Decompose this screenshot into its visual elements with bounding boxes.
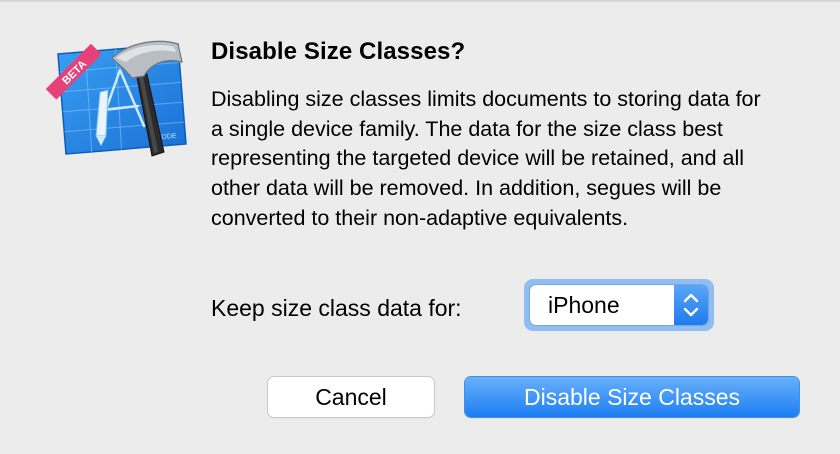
disable-size-classes-dialog: XCODE BETA Disable Size Classes? Disabli… [0,0,840,454]
device-family-selected-value: iPhone [548,292,620,318]
dialog-title: Disable Size Classes? [211,38,466,65]
chevron-up-down-icon [683,293,699,317]
popup-arrows-button[interactable] [674,285,708,325]
dialog-message: Disabling size classes limits documents … [211,87,761,230]
device-family-popup[interactable]: iPhone [530,285,708,325]
disable-size-classes-button[interactable]: Disable Size Classes [465,377,799,417]
xcode-beta-app-icon: XCODE BETA [45,40,187,157]
keep-size-class-label: Keep size class data for: [211,294,462,321]
keep-size-class-row: Keep size class data for: [211,281,476,329]
cancel-button[interactable]: Cancel [268,377,434,417]
